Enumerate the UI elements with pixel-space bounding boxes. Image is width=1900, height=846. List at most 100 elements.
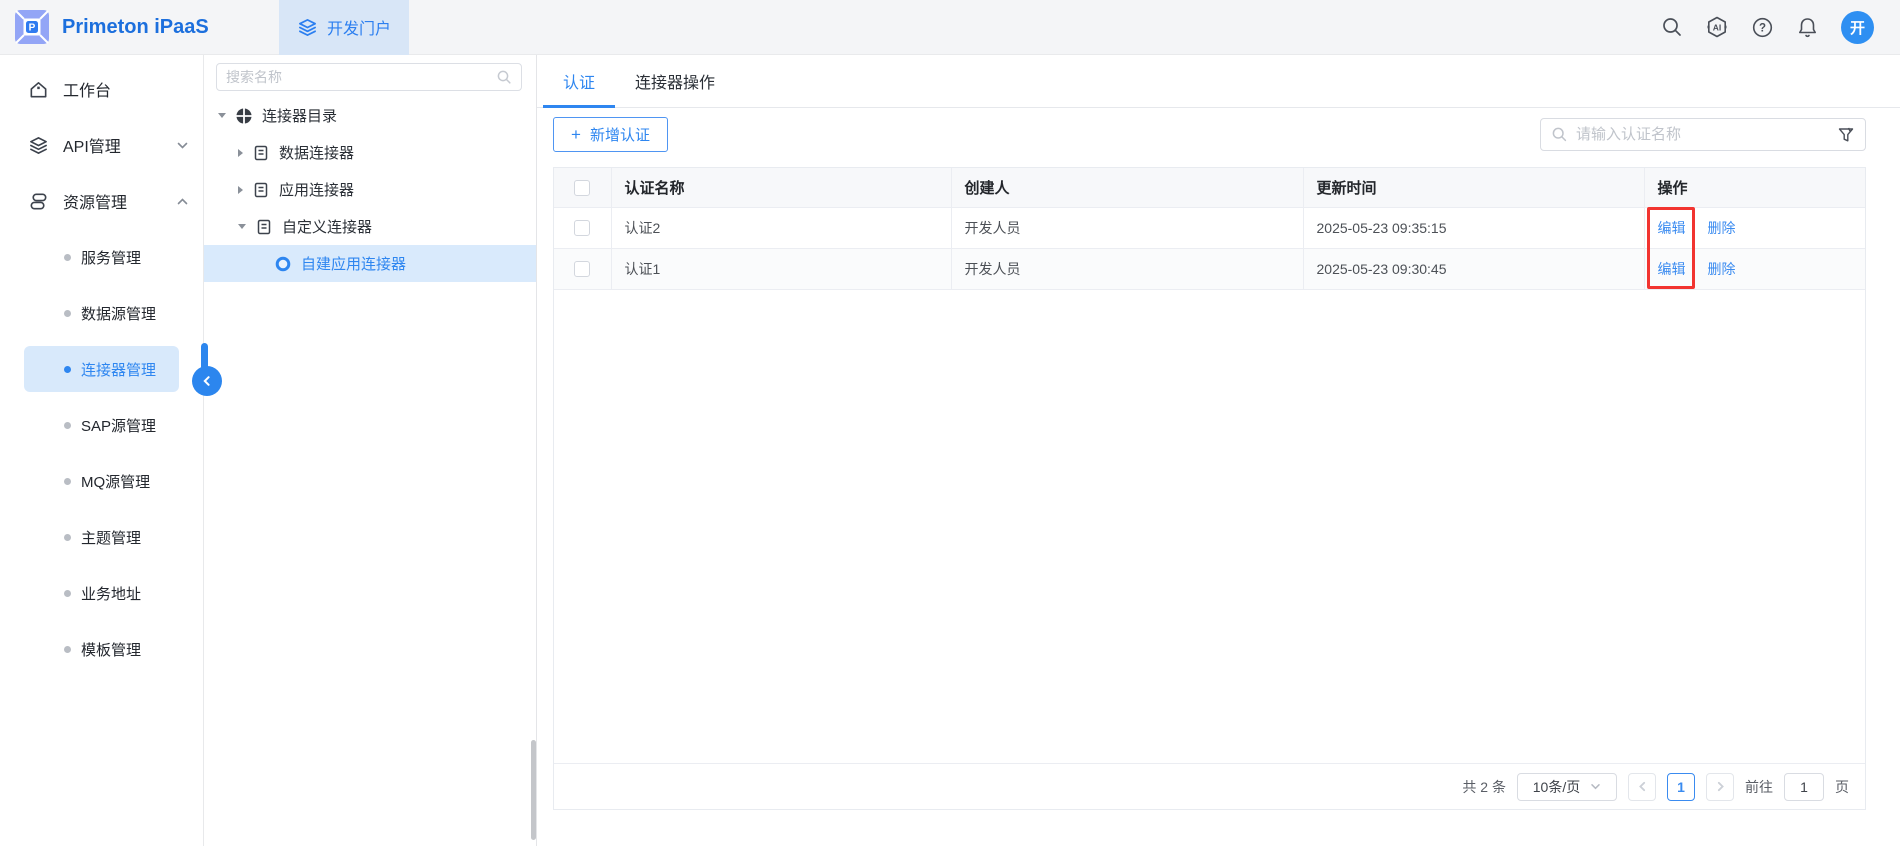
cell-auth-name: 认证2 — [611, 207, 951, 248]
cell-auth-name: 认证1 — [611, 248, 951, 289]
ai-assistant-icon[interactable]: AI — [1705, 15, 1729, 39]
table-row: 认证2 开发人员 2025-05-23 09:35:15 编辑删除 — [554, 207, 1865, 248]
sidebar-subitem-label: MQ源管理 — [81, 471, 150, 492]
delete-link[interactable]: 删除 — [1708, 220, 1736, 236]
sidebar: 工作台 API管理 — [0, 55, 204, 846]
sidebar-subitem-label: 模板管理 — [81, 639, 141, 660]
expand-arrow-icon[interactable] — [218, 113, 226, 118]
current-page-button[interactable]: 1 — [1667, 773, 1695, 801]
chevron-down-icon — [1590, 781, 1601, 792]
sidebar-item-api-management[interactable]: API管理 — [0, 117, 203, 173]
bullet-icon — [64, 478, 71, 485]
goto-page-input[interactable] — [1784, 773, 1824, 801]
sidebar-item-workbench[interactable]: 工作台 — [0, 61, 203, 117]
table-row: 认证1 开发人员 2025-05-23 09:30:45 编辑删除 — [554, 248, 1865, 289]
column-header-creator: 创建人 — [951, 168, 1303, 207]
select-all-checkbox[interactable] — [574, 180, 590, 196]
user-avatar[interactable]: 开 — [1841, 11, 1874, 44]
sidebar-item-connector-management[interactable]: 连接器管理 — [0, 341, 203, 397]
tree-search-box — [216, 63, 522, 91]
sidebar-item-label: 资源管理 — [63, 189, 127, 213]
help-icon[interactable]: ? — [1751, 16, 1774, 39]
category-icon — [235, 107, 253, 125]
page-unit-label: 页 — [1835, 777, 1849, 797]
edit-link[interactable]: 编辑 — [1658, 261, 1686, 277]
search-icon[interactable] — [1661, 16, 1683, 38]
edit-link[interactable]: 编辑 — [1658, 220, 1686, 236]
sidebar-subitem-label: SAP源管理 — [81, 415, 156, 436]
bullet-icon — [64, 254, 71, 261]
row-checkbox[interactable] — [574, 220, 590, 236]
collapsed-arrow-icon[interactable] — [238, 149, 243, 157]
portal-tab[interactable]: 开发门户 — [279, 0, 409, 55]
chevron-left-icon — [201, 375, 213, 387]
auth-search-box — [1540, 118, 1866, 151]
svg-text:?: ? — [1759, 22, 1766, 34]
sidebar-item-template-management[interactable]: 模板管理 — [0, 621, 203, 677]
column-header-updated-time: 更新时间 — [1303, 168, 1644, 207]
sidebar-item-resource-management[interactable]: 资源管理 — [0, 173, 203, 229]
sidebar-item-topic-management[interactable]: 主题管理 — [0, 509, 203, 565]
sidebar-collapse-button[interactable] — [192, 366, 222, 396]
auth-search-input[interactable] — [1576, 126, 1829, 143]
bullet-icon — [64, 366, 71, 373]
ring-icon — [274, 255, 292, 273]
stack-icon — [28, 191, 49, 212]
document-icon — [255, 218, 273, 236]
topbar-icons: AI ? 开 — [1661, 11, 1900, 44]
tab-authentication[interactable]: 认证 — [543, 55, 615, 107]
document-icon — [252, 144, 270, 162]
total-count-label: 共 2 条 — [1462, 777, 1506, 797]
row-checkbox[interactable] — [574, 261, 590, 277]
bullet-icon — [64, 646, 71, 653]
svg-text:P: P — [29, 23, 36, 34]
sidebar-subitem-label: 业务地址 — [81, 583, 141, 604]
sidebar-item-service-management[interactable]: 服务管理 — [0, 229, 203, 285]
page-size-select[interactable]: 10条/页 — [1517, 773, 1617, 801]
chevron-right-icon — [1715, 781, 1726, 792]
bullet-icon — [64, 422, 71, 429]
tree-scrollbar-thumb[interactable] — [531, 740, 536, 840]
bell-icon[interactable] — [1796, 16, 1819, 39]
column-header-actions: 操作 — [1644, 168, 1865, 207]
search-icon[interactable] — [496, 69, 512, 85]
layers-icon — [28, 135, 49, 156]
add-auth-button-label: 新增认证 — [590, 124, 650, 145]
tree-node-label: 连接器目录 — [262, 105, 337, 126]
chevron-up-icon — [176, 195, 189, 208]
layers-icon — [297, 17, 318, 38]
sidebar-item-mq-source-management[interactable]: MQ源管理 — [0, 453, 203, 509]
tree-node-data-connector[interactable]: 数据连接器 — [204, 134, 536, 171]
table-header-row: 认证名称 创建人 更新时间 操作 — [554, 168, 1865, 207]
tabbar: 认证 连接器操作 — [537, 55, 1900, 108]
next-page-button[interactable] — [1706, 773, 1734, 801]
home-icon — [28, 79, 49, 100]
sidebar-item-business-address[interactable]: 业务地址 — [0, 565, 203, 621]
bullet-icon — [64, 534, 71, 541]
tree-node-app-connector[interactable]: 应用连接器 — [204, 171, 536, 208]
expand-arrow-icon[interactable] — [238, 224, 246, 229]
tab-connector-operations[interactable]: 连接器操作 — [615, 55, 735, 107]
plus-icon: + — [571, 126, 581, 143]
tree-node-connector-catalog[interactable]: 连接器目录 — [204, 97, 536, 134]
delete-link[interactable]: 删除 — [1708, 261, 1736, 277]
tab-label: 连接器操作 — [635, 69, 715, 93]
auth-table-card: 认证名称 创建人 更新时间 操作 认证2 开发人员 2025-05-23 09:… — [553, 167, 1866, 810]
sidebar-item-datasource-management[interactable]: 数据源管理 — [0, 285, 203, 341]
sidebar-item-label: API管理 — [63, 133, 121, 157]
toolbar: + 新增认证 — [553, 117, 1866, 152]
tree-search-input[interactable] — [226, 69, 490, 85]
tree-node-self-built-app-connector[interactable]: 自建应用连接器 — [204, 245, 536, 282]
sidebar-item-sap-source-management[interactable]: SAP源管理 — [0, 397, 203, 453]
collapsed-arrow-icon[interactable] — [238, 186, 243, 194]
tree-node-custom-connector[interactable]: 自定义连接器 — [204, 208, 536, 245]
main-content: 认证 连接器操作 + 新增认证 — [537, 55, 1900, 846]
sidebar-item-label: 工作台 — [63, 77, 111, 101]
filter-icon[interactable] — [1837, 126, 1855, 144]
column-header-auth-name: 认证名称 — [611, 168, 951, 207]
prev-page-button[interactable] — [1628, 773, 1656, 801]
sidebar-subitem-label: 服务管理 — [81, 247, 141, 268]
sidebar-subitem-label: 数据源管理 — [81, 303, 156, 324]
page-size-value: 10条/页 — [1533, 777, 1580, 797]
add-auth-button[interactable]: + 新增认证 — [553, 117, 668, 152]
